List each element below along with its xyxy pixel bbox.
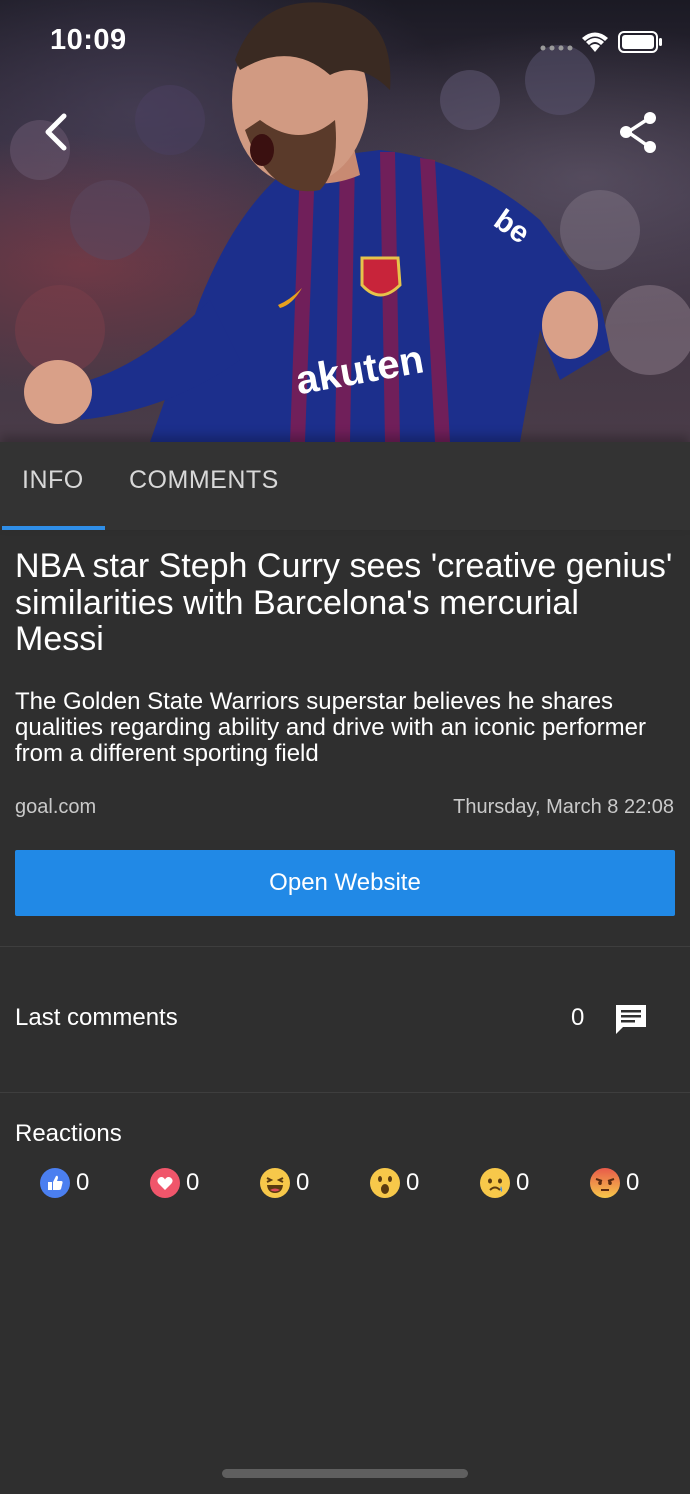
reaction-wow[interactable]: 0 xyxy=(370,1167,419,1199)
reaction-like[interactable]: 0 xyxy=(40,1167,89,1199)
tab-comments[interactable]: COMMENTS xyxy=(129,466,279,495)
article-date: Thursday, March 8 22:08 xyxy=(453,796,674,818)
reaction-angry[interactable]: 0 xyxy=(590,1167,639,1199)
tab-info[interactable]: INFO xyxy=(22,466,84,495)
wifi-icon xyxy=(582,32,608,52)
back-button[interactable] xyxy=(34,108,78,156)
angry-face-icon xyxy=(590,1168,620,1198)
reaction-love-count: 0 xyxy=(186,1169,200,1196)
reaction-sad[interactable]: 0 xyxy=(480,1167,529,1199)
article-source: goal.com xyxy=(15,796,97,818)
divider xyxy=(0,946,690,947)
reactions-title: Reactions xyxy=(15,1120,122,1147)
home-indicator[interactable] xyxy=(222,1469,468,1478)
reaction-haha-count: 0 xyxy=(296,1169,310,1196)
article-summary: The Golden State Warriors superstar beli… xyxy=(15,688,646,767)
last-comments-label: Last comments xyxy=(15,1004,178,1031)
tab-bar: INFO COMMENTS xyxy=(0,442,690,530)
reaction-haha[interactable]: 0 xyxy=(260,1167,309,1199)
reaction-love[interactable]: 0 xyxy=(150,1167,199,1199)
reaction-angry-count: 0 xyxy=(626,1169,640,1196)
reaction-wow-count: 0 xyxy=(406,1169,420,1196)
active-tab-indicator xyxy=(2,526,105,530)
comment-icon[interactable] xyxy=(614,1003,648,1037)
status-time: 10:09 xyxy=(50,24,127,56)
divider xyxy=(0,1092,690,1093)
heart-icon xyxy=(150,1168,180,1198)
comment-count: 0 xyxy=(571,1004,585,1031)
surprised-face-icon xyxy=(370,1168,400,1198)
cellular-signal-icon xyxy=(540,45,573,51)
share-button[interactable] xyxy=(616,110,662,156)
thumbs-up-icon xyxy=(40,1168,70,1198)
article-headline: NBA star Steph Curry sees 'creative geni… xyxy=(15,547,673,658)
open-website-button[interactable]: Open Website xyxy=(15,850,675,916)
hero-image: akuten be 10:09 xyxy=(0,0,690,442)
reaction-like-count: 0 xyxy=(76,1169,90,1196)
battery-icon xyxy=(618,31,662,53)
status-bar: 10:09 xyxy=(0,0,690,88)
laughing-face-icon xyxy=(260,1168,290,1198)
sad-face-icon xyxy=(480,1168,510,1198)
reaction-sad-count: 0 xyxy=(516,1169,530,1196)
